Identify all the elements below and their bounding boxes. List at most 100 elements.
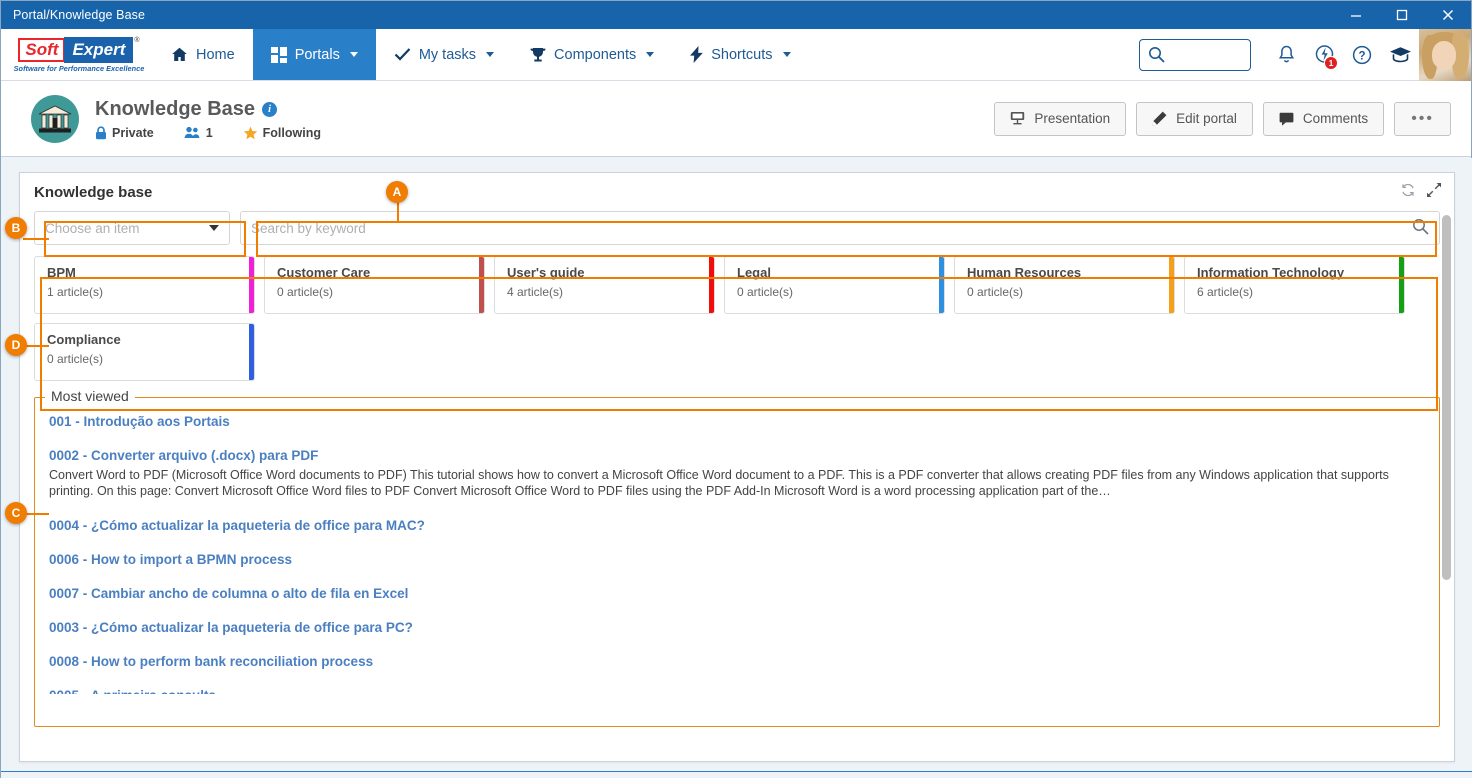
category-card-list: BPM 1 article(s) Customer Care 0 article(s)… bbox=[34, 256, 1440, 381]
softexpert-logo[interactable]: Soft Expert ® Software for Performance E… bbox=[1, 29, 153, 80]
follow-status[interactable]: Following bbox=[243, 126, 321, 140]
svg-text:?: ? bbox=[1358, 50, 1365, 62]
category-card[interactable]: Information Technology 6 article(s) bbox=[1184, 256, 1405, 314]
comments-button-label: Comments bbox=[1302, 111, 1369, 126]
category-card-name: Human Resources bbox=[967, 265, 1082, 280]
nav-item-portals[interactable]: Portals bbox=[252, 29, 376, 80]
category-color-bar bbox=[709, 257, 714, 313]
trophy-icon bbox=[530, 47, 546, 63]
article-link[interactable]: 0007 - Cambiar ancho de columna o alto d… bbox=[49, 586, 1425, 601]
minimize-button[interactable] bbox=[1333, 1, 1379, 29]
article-link[interactable]: 0008 - How to perform bank reconciliatio… bbox=[49, 654, 1425, 669]
filter-row: Choose an item Search by keyword bbox=[34, 211, 1440, 245]
most-viewed-item: 0002 - Converter arquivo (.docx) para PD… bbox=[49, 448, 1425, 499]
members-count[interactable]: 1 bbox=[184, 126, 213, 140]
follow-status-label: Following bbox=[262, 125, 321, 140]
nav-item-shortcuts[interactable]: Shortcuts bbox=[672, 29, 808, 80]
window-controls bbox=[1333, 1, 1471, 29]
portal-header: Knowledge Base i Private 1 Following Pre… bbox=[1, 81, 1471, 157]
nav-item-components-label: Components bbox=[554, 46, 637, 63]
search-icon[interactable] bbox=[1412, 218, 1429, 238]
edit-portal-button-label: Edit portal bbox=[1176, 111, 1237, 126]
global-search-input[interactable] bbox=[1139, 38, 1251, 71]
user-avatar[interactable] bbox=[1419, 28, 1471, 81]
article-description: Convert Word to PDF (Microsoft Office Wo… bbox=[49, 468, 1389, 498]
article-link[interactable]: 001 - Introdução aos Portais bbox=[49, 414, 1425, 429]
edit-portal-button[interactable]: Edit portal bbox=[1136, 101, 1253, 136]
category-card[interactable]: Legal 0 article(s) bbox=[724, 256, 945, 314]
panel-scrollbar[interactable] bbox=[1442, 215, 1451, 755]
article-link[interactable]: 0005 - A primeira consulta bbox=[49, 688, 1425, 694]
chevron-down-icon bbox=[782, 52, 791, 57]
portal-subinfo: Private 1 Following bbox=[95, 126, 321, 140]
info-icon[interactable]: i bbox=[262, 101, 278, 117]
academy-button[interactable] bbox=[1381, 29, 1419, 81]
category-card-count: 0 article(s) bbox=[277, 285, 334, 299]
most-viewed-list: 001 - Introdução aos Portais 0002 - Conve… bbox=[35, 398, 1439, 694]
logo-tagline: Software for Performance Excellence bbox=[13, 63, 145, 73]
most-viewed-item: 0004 - ¿Cómo actualizar la paqueteria de… bbox=[49, 518, 1425, 533]
logo-expert-text: Expert bbox=[64, 36, 134, 63]
article-link[interactable]: 0006 - How to import a BPMN process bbox=[49, 552, 1425, 567]
category-card[interactable]: Customer Care 0 article(s) bbox=[264, 256, 485, 314]
page-content: Knowledge base Choose an item Search by … bbox=[1, 158, 1472, 778]
item-select-dropdown[interactable]: Choose an item bbox=[34, 211, 230, 245]
chevron-down-icon bbox=[486, 52, 495, 57]
home-icon bbox=[171, 46, 188, 63]
article-link[interactable]: 0004 - ¿Cómo actualizar la paqueteria de… bbox=[49, 518, 1425, 533]
keyword-search-input[interactable]: Search by keyword bbox=[240, 211, 1440, 245]
category-card-count: 0 article(s) bbox=[47, 352, 104, 366]
nav-item-portals-label: Portals bbox=[294, 46, 340, 63]
visibility-label: Private bbox=[112, 125, 154, 140]
projector-icon bbox=[1011, 112, 1025, 125]
help-icon: ? bbox=[1352, 45, 1372, 64]
presentation-button[interactable]: Presentation bbox=[994, 101, 1127, 136]
category-card[interactable]: BPM 1 article(s) bbox=[34, 256, 255, 314]
portal-actions: Presentation Edit portal Comments ••• bbox=[994, 101, 1451, 136]
category-color-bar bbox=[249, 257, 254, 313]
category-card-name: Legal bbox=[737, 265, 771, 280]
expand-icon[interactable] bbox=[1426, 182, 1442, 203]
application-window: Portal/Knowledge Base Soft Expert ® Soft… bbox=[0, 0, 1472, 778]
panel-scrollbar-thumb[interactable] bbox=[1442, 215, 1451, 580]
category-card-count: 0 article(s) bbox=[737, 285, 794, 299]
item-select-placeholder: Choose an item bbox=[45, 220, 140, 236]
category-card[interactable]: Human Resources 0 article(s) bbox=[954, 256, 1175, 314]
most-viewed-item: 001 - Introdução aos Portais bbox=[49, 414, 1425, 429]
chevron-down-icon bbox=[209, 225, 219, 231]
notifications-bell-button[interactable] bbox=[1267, 29, 1305, 81]
nav-item-components[interactable]: Components bbox=[512, 29, 672, 80]
window-bottom-edge bbox=[1, 771, 1472, 777]
category-card[interactable]: Compliance 0 article(s) bbox=[34, 323, 255, 381]
category-card-count: 6 article(s) bbox=[1197, 285, 1254, 299]
category-card-name: Compliance bbox=[47, 332, 121, 347]
bolt-icon bbox=[690, 46, 704, 63]
category-color-bar bbox=[1169, 257, 1174, 313]
close-button[interactable] bbox=[1425, 1, 1471, 29]
members-count-label: 1 bbox=[205, 125, 213, 140]
logo-soft-text: Soft bbox=[18, 37, 66, 62]
panel-header-icons bbox=[1400, 182, 1442, 203]
category-card[interactable]: User's guide 4 article(s) bbox=[494, 256, 715, 314]
category-card-count: 0 article(s) bbox=[967, 285, 1024, 299]
refresh-icon[interactable] bbox=[1400, 182, 1416, 203]
bell-icon bbox=[1278, 45, 1294, 62]
maximize-button[interactable] bbox=[1379, 1, 1425, 29]
article-link[interactable]: 0002 - Converter arquivo (.docx) para PD… bbox=[49, 448, 1425, 463]
category-card-name: Information Technology bbox=[1197, 265, 1345, 280]
knowledge-base-panel: Knowledge base Choose an item Search by … bbox=[19, 172, 1455, 762]
more-options-button[interactable]: ••• bbox=[1394, 101, 1451, 136]
presentation-button-label: Presentation bbox=[1034, 111, 1111, 126]
bank-building-icon bbox=[31, 94, 79, 143]
keyword-search-placeholder: Search by keyword bbox=[251, 220, 366, 236]
nav-item-home[interactable]: Home bbox=[153, 29, 253, 80]
alerts-button[interactable]: 1 bbox=[1305, 29, 1343, 81]
nav-item-my-tasks[interactable]: My tasks bbox=[376, 29, 512, 80]
comments-button[interactable]: Comments bbox=[1262, 101, 1385, 136]
search-icon bbox=[1149, 47, 1165, 63]
category-color-bar bbox=[479, 257, 484, 313]
article-link[interactable]: 0003 - ¿Cómo actualizar la paqueteria de… bbox=[49, 620, 1425, 635]
help-button[interactable]: ? bbox=[1343, 29, 1381, 81]
panel-title: Knowledge base bbox=[34, 183, 153, 201]
portal-meta: Knowledge Base i Private 1 Following bbox=[95, 98, 321, 140]
